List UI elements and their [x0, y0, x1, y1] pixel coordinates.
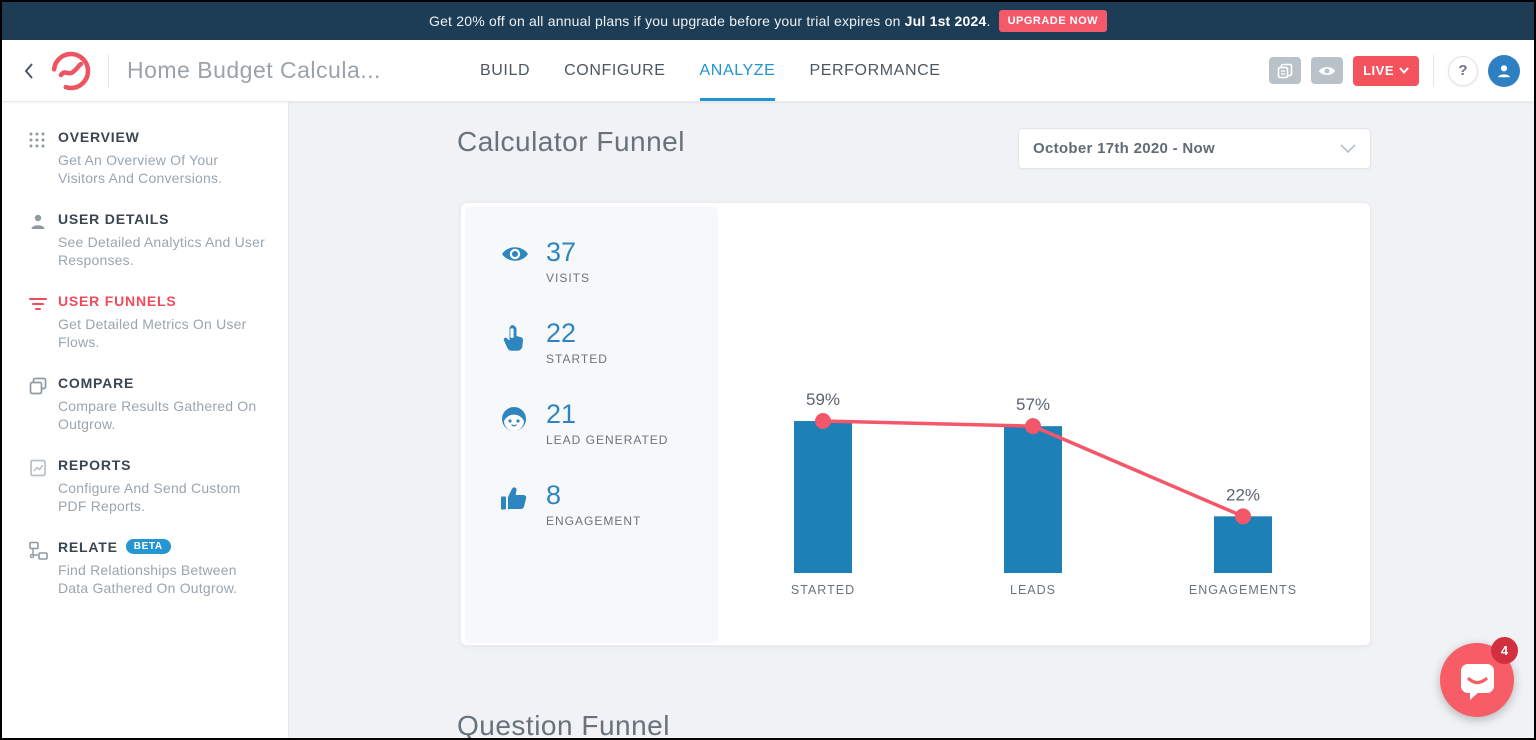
- promo-text: Get 20% off on all annual plans if you u…: [429, 13, 991, 29]
- sidebar-item-description: Get Detailed Metrics On User Flows.: [58, 315, 268, 352]
- eye-icon: [500, 239, 546, 320]
- sidebar-item-label: RELATE BETA: [58, 539, 268, 555]
- funnel-bar[interactable]: [1214, 516, 1272, 573]
- stat-engagement: 8 ENGAGEMENT: [465, 482, 718, 563]
- funnel-value-label: 59%: [806, 390, 840, 409]
- funnel-stats-panel: 37 VISITS 22 STARTE: [465, 207, 718, 643]
- date-range-select[interactable]: October 17th 2020 - Now: [1018, 128, 1371, 169]
- sidebar-item-label: USER DETAILS: [58, 211, 268, 227]
- sidebar-item-description: Configure And Send Custom PDF Reports.: [58, 479, 268, 516]
- sidebar-item-label: REPORTS: [58, 457, 268, 473]
- chevron-down-icon: [1399, 67, 1409, 74]
- chevron-down-icon: [1340, 144, 1356, 154]
- stat-value: 8: [546, 482, 641, 509]
- sidebar-item-overview[interactable]: OVERVIEW Get An Overview Of Your Visitor…: [28, 129, 268, 188]
- live-status-button[interactable]: LIVE: [1353, 56, 1419, 86]
- stat-label: STARTED: [546, 352, 608, 366]
- report-icon: [28, 457, 58, 516]
- header-separator: [1433, 55, 1434, 87]
- live-label: LIVE: [1363, 63, 1394, 78]
- tab-configure[interactable]: CONFIGURE: [564, 40, 665, 101]
- sidebar-item-label-text: RELATE: [58, 539, 118, 555]
- stat-value: 37: [546, 239, 590, 266]
- sidebar-item-label: COMPARE: [58, 375, 268, 391]
- date-range-value: October 17th 2020 - Now: [1033, 140, 1340, 157]
- preview-button[interactable]: [1311, 57, 1343, 84]
- sidebar-item-user-funnels[interactable]: USER FUNNELS Get Detailed Metrics On Use…: [28, 293, 268, 352]
- main-nav: BUILD CONFIGURE ANALYZE PERFORMANCE: [480, 40, 941, 101]
- stat-value: 22: [546, 320, 608, 347]
- funnel-point[interactable]: [1235, 508, 1251, 524]
- back-button[interactable]: [18, 60, 40, 82]
- duplicate-button[interactable]: [1269, 57, 1301, 84]
- tab-build[interactable]: BUILD: [480, 40, 530, 101]
- relate-icon: [28, 539, 58, 598]
- eye-icon: [1318, 64, 1336, 78]
- chevron-left-icon: [23, 62, 35, 80]
- funnel-value-label: 22%: [1226, 485, 1260, 504]
- stat-visits: 37 VISITS: [465, 239, 718, 320]
- sidebar-item-reports[interactable]: REPORTS Configure And Send Custom PDF Re…: [28, 457, 268, 516]
- promo-deadline: Jul 1st 2024: [905, 13, 987, 29]
- promo-banner: Get 20% off on all annual plans if you u…: [2, 2, 1534, 40]
- funnel-point[interactable]: [1025, 418, 1041, 434]
- compare-icon: [28, 375, 58, 434]
- document-title: Home Budget Calcula...: [127, 57, 381, 84]
- upgrade-now-button[interactable]: UPGRADE NOW: [999, 10, 1107, 32]
- stat-started: 22 STARTED: [465, 320, 718, 401]
- header-actions: LIVE ?: [1269, 40, 1520, 101]
- beta-badge: BETA: [126, 539, 171, 554]
- sidebar-item-description: Find Relationships Between Data Gathered…: [58, 561, 268, 598]
- main-content: Calculator Funnel October 17th 2020 - No…: [289, 102, 1534, 738]
- stat-value: 21: [546, 401, 668, 428]
- sidebar-item-description: See Detailed Analytics And User Response…: [58, 233, 268, 270]
- page-title: Calculator Funnel: [457, 126, 685, 158]
- thumb-up-icon: [500, 482, 546, 563]
- analyze-sidebar: OVERVIEW Get An Overview Of Your Visitor…: [2, 102, 289, 738]
- tab-performance[interactable]: PERFORMANCE: [809, 40, 940, 101]
- funnel-chart: 59% 57% 22% STARTED LEADS ENGAGEMENTS: [743, 371, 1353, 616]
- header: Home Budget Calcula... BUILD CONFIGURE A…: [2, 40, 1534, 102]
- sidebar-item-relate[interactable]: RELATE BETA Find Relationships Between D…: [28, 539, 268, 598]
- user-icon: [28, 211, 58, 270]
- help-button[interactable]: ?: [1448, 56, 1478, 86]
- sidebar-item-label: OVERVIEW: [58, 129, 268, 145]
- outgrow-logo-icon: [48, 48, 94, 94]
- stat-lead-generated: 21 LEAD GENERATED: [465, 401, 718, 482]
- sidebar-item-description: Compare Results Gathered On Outgrow.: [58, 397, 268, 434]
- funnel-category-label: LEADS: [1010, 583, 1056, 597]
- tab-analyze[interactable]: ANALYZE: [700, 40, 776, 101]
- funnel-bar[interactable]: [794, 421, 852, 573]
- tap-icon: [500, 320, 546, 401]
- chat-launcher-button[interactable]: 4: [1440, 643, 1514, 717]
- funnel-chart-svg: 59% 57% 22% STARTED LEADS ENGAGEMENTS: [743, 371, 1353, 616]
- chat-unread-badge: 4: [1491, 637, 1518, 664]
- funnel-value-label: 57%: [1016, 395, 1050, 414]
- funnel-category-label: ENGAGEMENTS: [1189, 583, 1297, 597]
- sidebar-item-user-details[interactable]: USER DETAILS See Detailed Analytics And …: [28, 211, 268, 270]
- question-funnel-title: Question Funnel: [457, 710, 670, 740]
- app-window: Get 20% off on all annual plans if you u…: [0, 0, 1536, 740]
- funnel-card: 37 VISITS 22 STARTE: [460, 202, 1371, 646]
- funnel-category-label: STARTED: [791, 583, 855, 597]
- header-divider: [108, 54, 109, 88]
- sidebar-item-label: USER FUNNELS: [58, 293, 268, 309]
- stat-label: ENGAGEMENT: [546, 514, 641, 528]
- stat-label: LEAD GENERATED: [546, 433, 668, 447]
- user-avatar[interactable]: [1488, 55, 1520, 87]
- face-icon: [500, 401, 546, 482]
- sidebar-item-description: Get An Overview Of Your Visitors And Con…: [58, 151, 268, 188]
- funnel-bar[interactable]: [1004, 426, 1062, 573]
- copy-icon: [1277, 63, 1293, 79]
- sidebar-item-compare[interactable]: COMPARE Compare Results Gathered On Outg…: [28, 375, 268, 434]
- funnel-icon: [28, 293, 58, 352]
- person-icon: [1495, 62, 1513, 80]
- stat-label: VISITS: [546, 271, 590, 285]
- funnel-point[interactable]: [815, 413, 831, 429]
- grid-icon: [28, 129, 58, 188]
